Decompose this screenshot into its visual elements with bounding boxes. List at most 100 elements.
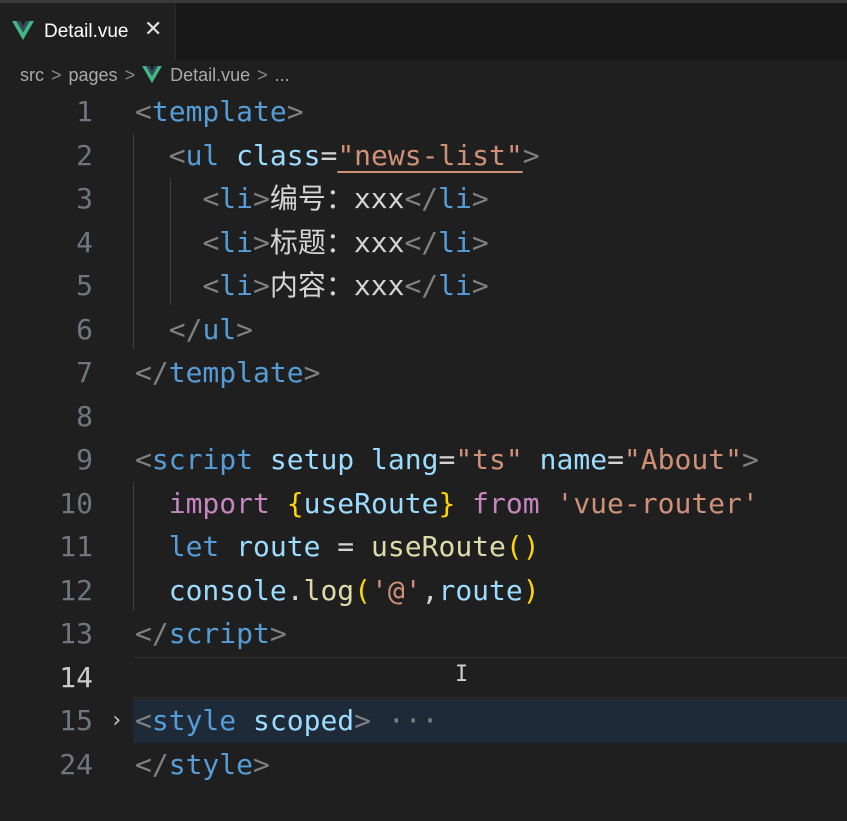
code-line[interactable]: 1 <template> [0, 90, 847, 134]
code-token: useRoute [303, 486, 439, 520]
line-number: 4 [76, 225, 93, 259]
code-token: ul [185, 138, 220, 172]
code-line[interactable]: 10 import {useRoute} from 'vue-router' [0, 482, 847, 526]
code-content: import {useRoute} from 'vue-router' [135, 482, 759, 526]
code-line[interactable]: 6 </ul> [0, 308, 847, 352]
code-token: < [135, 443, 152, 476]
code-token: li [438, 225, 472, 259]
line-number: 24 [59, 747, 93, 781]
line-number: 14 [59, 660, 93, 694]
code-token: let [168, 530, 220, 563]
breadcrumb-file[interactable]: Detail.vue [170, 65, 250, 86]
code-token: 标题：xxx [269, 225, 405, 259]
code-line[interactable]: 12 console.log('@',route) [0, 569, 847, 613]
line-number: 13 [59, 617, 93, 650]
line-number: 6 [76, 312, 93, 346]
code-token: > [253, 269, 270, 302]
code-token: template [151, 95, 287, 128]
code-token: li [219, 269, 254, 302]
chevron-right-icon[interactable]: › [110, 699, 123, 743]
code-token: "news-list" [337, 138, 523, 172]
code-line[interactable]: 15 › <style scoped> ··· [0, 699, 847, 743]
code-line[interactable]: 4 <li>标题：xxx</li> [0, 221, 847, 265]
line-number: 12 [59, 573, 93, 607]
code-token: < [202, 225, 220, 259]
breadcrumb-pages[interactable]: pages [69, 65, 118, 86]
code-content: </template> [135, 351, 320, 395]
tab-detail-vue[interactable]: Detail.vue ✕ [0, 3, 176, 60]
code-line[interactable]: 24 </style> [0, 743, 847, 787]
code-line[interactable]: 11 let route = useRoute() [0, 525, 847, 569]
code-content: </ul> [135, 308, 253, 352]
code-line[interactable]: 3 <li>编号：xxx</li> [0, 177, 847, 221]
code-token: "About" [623, 443, 742, 476]
code-line[interactable]: 8 [0, 395, 847, 439]
code-token: useRoute [371, 530, 506, 563]
code-token: </ [135, 747, 169, 781]
code-content: <li>编号：xxx</li> [135, 177, 489, 221]
code-token: = [438, 443, 456, 476]
code-content: </script> [135, 612, 287, 656]
code-token: > [471, 182, 489, 215]
breadcrumb: src > pages > Detail.vue > ... [20, 62, 290, 88]
breadcrumb-separator: > [51, 64, 62, 85]
code-token: < [135, 704, 152, 737]
code-line[interactable]: 5 <li>内容：xxx</li> [0, 264, 847, 308]
code-token: > [286, 95, 304, 128]
breadcrumb-symbols[interactable]: ... [275, 65, 290, 86]
line-number: 5 [76, 269, 93, 302]
code-content: let route = useRoute() [135, 525, 540, 569]
line-number: 2 [76, 138, 93, 172]
code-token: li [438, 182, 472, 215]
code-line[interactable]: 7 </template> [0, 351, 847, 395]
code-content: <style scoped> ··· [135, 699, 438, 743]
tab-bar: Detail.vue ✕ [0, 0, 847, 60]
code-token: , [421, 573, 439, 607]
vue-logo-icon [142, 66, 162, 84]
code-token: ul [202, 312, 237, 346]
code-token: template [168, 356, 304, 389]
code-token: log [303, 573, 355, 607]
code-token: lang [371, 443, 439, 476]
breadcrumb-separator: > [257, 64, 268, 85]
code-token: . [286, 573, 304, 607]
breadcrumb-src[interactable]: src [20, 65, 44, 86]
code-token: route [438, 573, 523, 607]
code-token: import [168, 486, 270, 520]
line-number: 11 [59, 530, 93, 563]
code-line[interactable]: 14 [0, 656, 847, 700]
code-token: style [168, 747, 254, 781]
code-editor[interactable]: 1 <template> 2 <ul class="news-list"> 3 <li… [0, 90, 847, 821]
line-number: 3 [76, 182, 93, 215]
code-token: script [168, 617, 270, 650]
code-token: '@' [371, 573, 422, 607]
breadcrumb-separator: > [124, 64, 136, 85]
code-token: < [135, 95, 152, 128]
code-token: </ [404, 182, 439, 215]
code-token: } [438, 486, 456, 520]
code-token: script [151, 443, 254, 476]
tab-label: Detail.vue [44, 21, 129, 42]
code-token: style [151, 704, 237, 737]
code-token: > [741, 443, 759, 476]
line-number: 1 [76, 95, 93, 128]
code-line[interactable]: 2 <ul class="news-list"> [0, 134, 847, 178]
code-line[interactable]: 9 <script setup lang="ts" name="About"> [0, 438, 847, 482]
close-icon[interactable]: ✕ [144, 16, 162, 42]
code-token: = [320, 530, 372, 563]
code-line[interactable]: 13 </script> [0, 612, 847, 656]
code-token: ( [354, 573, 372, 607]
code-token: > [269, 617, 287, 650]
